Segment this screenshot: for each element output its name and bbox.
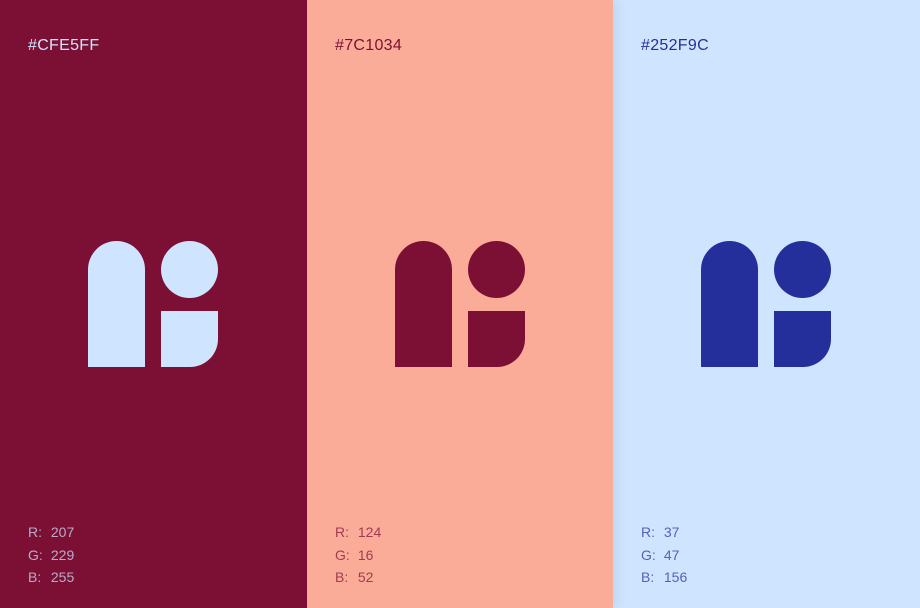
rgb-blue-row: B: 156 xyxy=(641,566,687,589)
swatch-hex-code: #CFE5FF xyxy=(28,37,100,54)
rgb-red-value: 124 xyxy=(357,524,382,540)
rgb-blue-row: B: 52 xyxy=(335,566,381,589)
logo-pill-shape xyxy=(395,241,452,367)
abstract-logo-mark-icon xyxy=(701,241,831,367)
rgb-green-value: 47 xyxy=(663,546,680,563)
rgb-red-label: R: xyxy=(335,524,349,540)
rgb-green-row: G: 47 xyxy=(641,544,687,567)
rgb-blue-value: 156 xyxy=(663,569,688,585)
swatch-panel-1: #CFE5FF R: 207 G: 229 B: 255 xyxy=(0,0,307,608)
rgb-red-value: 207 xyxy=(50,524,75,540)
swatch-hex-code: #252F9C xyxy=(641,37,709,54)
logo-pill-shape xyxy=(88,241,145,367)
rgb-green-label: G: xyxy=(335,546,350,563)
color-palette-board: #CFE5FF R: 207 G: 229 B: 255 #7C1034 R: … xyxy=(0,0,920,608)
rgb-values: R: 207 G: 229 B: 255 xyxy=(28,521,74,589)
logo-circle-shape xyxy=(161,241,218,298)
rgb-red-row: R: 37 xyxy=(641,521,687,544)
rgb-green-label: G: xyxy=(28,546,43,563)
rgb-red-label: R: xyxy=(641,524,655,540)
swatch-hex-code: #7C1034 xyxy=(335,37,403,54)
rgb-red-label: R: xyxy=(28,524,42,540)
abstract-logo-mark-icon xyxy=(395,241,525,367)
rgb-red-row: R: 207 xyxy=(28,521,74,544)
rgb-blue-label: B: xyxy=(335,569,349,585)
rgb-values: R: 124 G: 16 B: 52 xyxy=(335,521,381,589)
rgb-blue-label: B: xyxy=(28,569,42,585)
logo-circle-shape xyxy=(468,241,525,298)
swatch-panel-3: #252F9C R: 37 G: 47 B: 156 xyxy=(613,0,920,608)
rgb-green-label: G: xyxy=(641,546,656,563)
rgb-green-value: 229 xyxy=(50,546,75,563)
logo-quarter-shape xyxy=(774,311,831,367)
logo-circle-shape xyxy=(774,241,831,298)
rgb-blue-value: 255 xyxy=(50,569,75,585)
logo-quarter-shape xyxy=(161,311,218,367)
swatch-panel-2: #7C1034 R: 124 G: 16 B: 52 xyxy=(307,0,613,608)
rgb-blue-row: B: 255 xyxy=(28,566,74,589)
rgb-red-value: 37 xyxy=(663,524,680,540)
logo-quarter-shape xyxy=(468,311,525,367)
rgb-green-row: G: 16 xyxy=(335,544,381,567)
rgb-blue-value: 52 xyxy=(357,569,374,585)
logo-pill-shape xyxy=(701,241,758,367)
abstract-logo-mark-icon xyxy=(88,241,218,367)
rgb-blue-label: B: xyxy=(641,569,655,585)
rgb-red-row: R: 124 xyxy=(335,521,381,544)
rgb-green-value: 16 xyxy=(357,546,374,563)
rgb-values: R: 37 G: 47 B: 156 xyxy=(641,521,687,589)
rgb-green-row: G: 229 xyxy=(28,544,74,567)
